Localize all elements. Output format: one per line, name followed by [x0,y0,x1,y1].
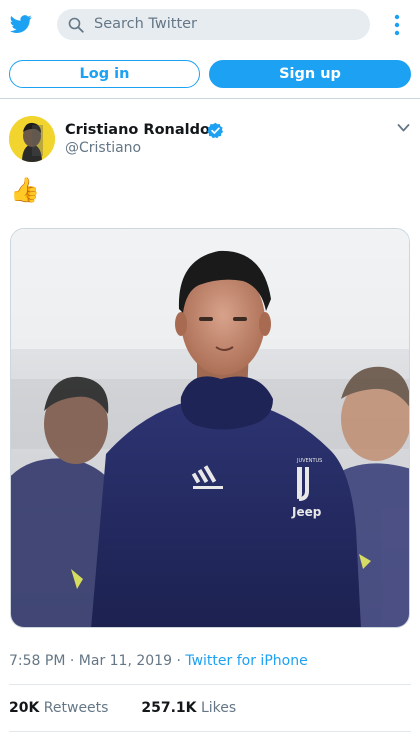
tweet-photo[interactable]: JUVENTUS Jeep [10,228,410,628]
stats-divider [9,731,411,732]
search-placeholder: Search Twitter [94,16,198,32]
tweet-date[interactable]: Mar 11, 2019 [79,653,172,669]
more-vertical-icon[interactable] [393,14,401,36]
search-input[interactable]: Search Twitter [57,9,370,40]
like-count: 257.1K [141,700,197,716]
search-icon [68,17,84,33]
signup-button[interactable]: Sign up [209,60,411,88]
tweet-text: 👍 [10,176,40,204]
retweets-stat[interactable]: 20K Retweets [9,700,108,716]
avatar[interactable] [9,116,55,162]
retweet-label: Retweets [43,700,109,716]
top-bar: Search Twitter [0,0,420,50]
verified-badge-icon [207,122,224,139]
crest-label: JUVENTUS [296,458,322,464]
photo-illustration: JUVENTUS Jeep [11,229,409,627]
avatar-image [9,116,55,162]
author-name[interactable]: Cristiano Ronaldo [65,121,210,139]
meta-separator: · [172,653,186,669]
like-label: Likes [200,700,237,716]
sponsor-label: Jeep [291,505,322,519]
tweet-time[interactable]: 7:58 PM [9,653,65,669]
meta-divider [9,684,411,685]
tweet-meta: 7:58 PM · Mar 11, 2019 · Twitter for iPh… [9,652,308,670]
tweet-stats: 20K Retweets 257.1K Likes [9,699,236,717]
chevron-down-icon[interactable] [397,123,410,133]
twitter-bird-icon[interactable] [9,13,33,35]
header-divider [0,98,420,99]
likes-stat[interactable]: 257.1K Likes [141,700,236,716]
login-button[interactable]: Log in [9,60,200,88]
meta-separator: · [65,653,79,669]
retweet-count: 20K [9,700,40,716]
author-handle[interactable]: @Cristiano [65,140,141,157]
tweet-source-link[interactable]: Twitter for iPhone [185,653,307,669]
